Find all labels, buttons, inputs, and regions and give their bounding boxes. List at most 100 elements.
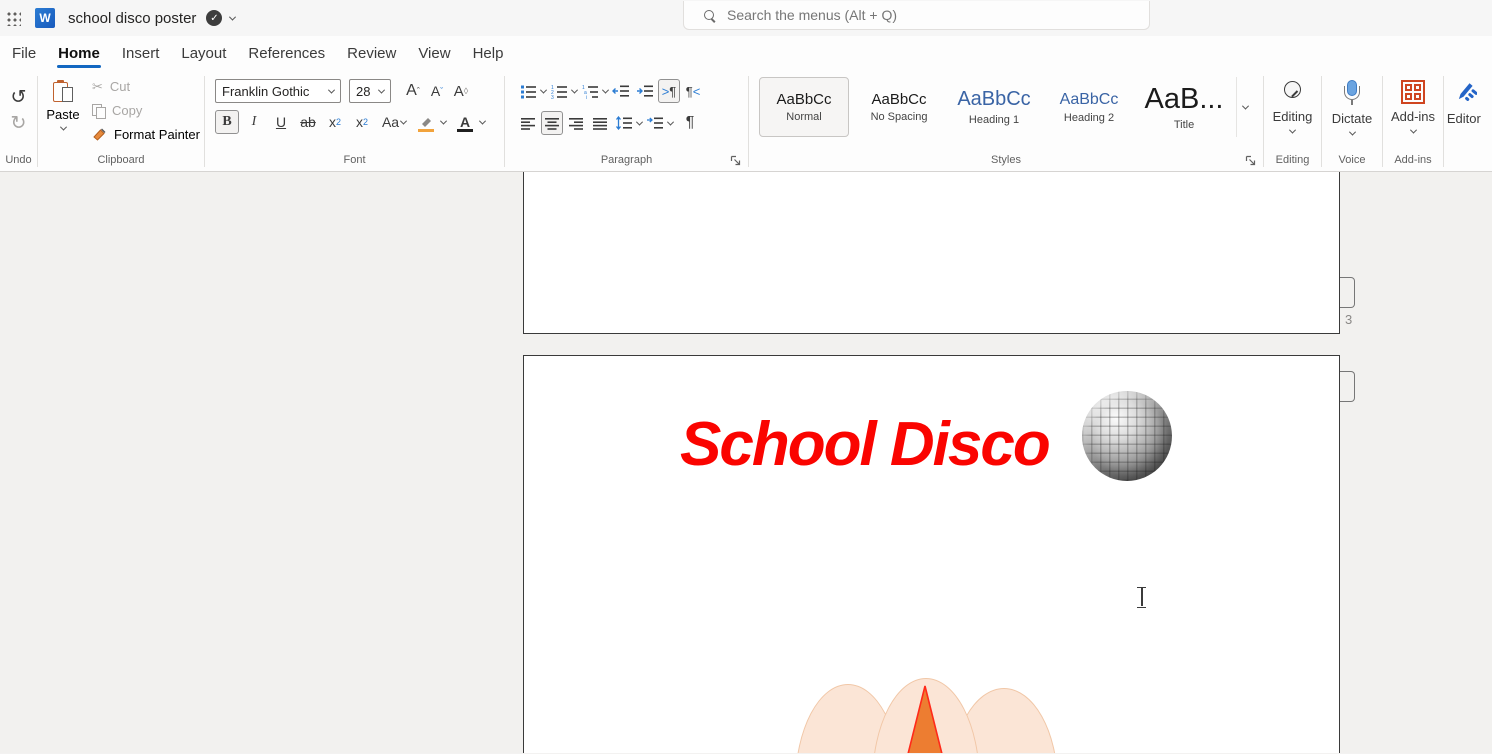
redo-button[interactable]: ↻ <box>11 114 27 134</box>
right-to-left-button[interactable]: ¶< <box>682 79 704 103</box>
style-heading-2[interactable]: AaBbCc Heading 2 <box>1044 77 1134 137</box>
addins-button[interactable]: Add-ins <box>1383 70 1443 151</box>
word-logo-icon[interactable]: W <box>35 8 55 28</box>
font-name-select[interactable]: Franklin Gothic <box>215 79 341 103</box>
paste-button[interactable]: Paste <box>38 70 88 151</box>
editing-button[interactable]: Editing <box>1264 70 1321 151</box>
superscript-button[interactable]: x 2 <box>350 110 374 134</box>
style-no-spacing[interactable]: AaBbCc No Spacing <box>854 77 944 137</box>
style-heading-1[interactable]: AaBbCc Heading 1 <box>949 77 1039 137</box>
left-to-right-button[interactable]: >¶ <box>658 79 680 103</box>
numbering-icon: 123 <box>551 84 568 99</box>
editor-pen-icon <box>1451 80 1477 106</box>
justify-button[interactable] <box>589 111 611 135</box>
document-page-1[interactable] <box>523 172 1340 334</box>
numbering-chevron-icon[interactable] <box>571 86 578 93</box>
paragraph-group-label: Paragraph <box>505 151 748 171</box>
bold-button[interactable]: B <box>215 110 239 134</box>
font-group-label: Font <box>205 151 504 171</box>
cut-icon: ✂ <box>92 79 103 95</box>
align-right-button[interactable] <box>565 111 587 135</box>
text-cursor <box>1136 586 1148 608</box>
tab-home[interactable]: Home <box>47 38 111 69</box>
document-heading[interactable]: School Disco <box>680 414 1049 476</box>
multilevel-chevron-icon[interactable] <box>602 86 609 93</box>
search-box[interactable] <box>683 1 1150 30</box>
line-spacing-button[interactable] <box>613 111 635 135</box>
multilevel-list-button[interactable]: 1ai <box>579 79 601 103</box>
title-chevron-down-icon[interactable] <box>229 13 236 20</box>
cut-button[interactable]: ✂ Cut <box>92 77 200 97</box>
addins-group-label: Add-ins <box>1383 151 1443 171</box>
editor-button[interactable]: Editor <box>1444 70 1484 126</box>
change-case-button[interactable]: Aa <box>377 110 411 134</box>
editor-group: Editor D <box>1444 70 1492 171</box>
strikethrough-button[interactable]: ab <box>296 110 320 134</box>
search-input[interactable] <box>727 7 1107 23</box>
paste-chevron-icon <box>59 124 66 131</box>
styles-dialog-launcher-icon[interactable] <box>1245 155 1256 166</box>
highlight-chevron-icon[interactable] <box>440 117 447 124</box>
app-launcher-icon[interactable] <box>6 11 21 26</box>
font-size-select[interactable]: 28 <box>349 79 391 103</box>
numbering-button[interactable]: 123 <box>548 79 570 103</box>
shrink-font-button[interactable]: A ˇ <box>425 79 449 103</box>
bullets-icon <box>520 84 537 99</box>
document-canvas: 3 School Disco <box>0 172 1492 753</box>
align-center-icon <box>544 117 560 130</box>
tab-review[interactable]: Review <box>336 38 407 69</box>
bullets-button[interactable] <box>517 79 539 103</box>
tab-layout[interactable]: Layout <box>170 38 237 69</box>
disco-ball-image[interactable] <box>1082 391 1172 481</box>
tab-file[interactable]: File <box>1 38 47 69</box>
line-spacing-chevron-icon[interactable] <box>636 118 643 125</box>
font-color-chevron-icon[interactable] <box>479 117 486 124</box>
increase-indent-icon <box>636 84 654 98</box>
editing-chevron-icon <box>1289 127 1296 134</box>
search-icon <box>704 10 715 21</box>
copy-icon <box>92 104 105 118</box>
page-1-side-tab[interactable] <box>1340 277 1355 308</box>
tab-references[interactable]: References <box>237 38 336 69</box>
tab-help[interactable]: Help <box>462 38 515 69</box>
save-status-icon[interactable]: ✓ <box>206 10 222 26</box>
align-center-button[interactable] <box>541 111 563 135</box>
clear-formatting-button[interactable]: A ◊ <box>449 79 473 103</box>
paragraph-spacing-button[interactable] <box>644 111 666 135</box>
underline-button[interactable]: U <box>269 110 293 134</box>
paragraph-dialog-launcher-icon[interactable] <box>730 155 741 166</box>
triangle-shape[interactable] <box>879 684 973 753</box>
increase-indent-button[interactable] <box>634 79 656 103</box>
show-formatting-button[interactable]: ¶ <box>679 111 701 135</box>
paragraph-spacing-chevron-icon[interactable] <box>667 118 674 125</box>
italic-button[interactable]: I <box>242 110 266 134</box>
undo-button[interactable]: ↺ <box>11 88 27 108</box>
dictate-button[interactable]: Dictate <box>1322 70 1382 151</box>
dictate-chevron-icon <box>1348 129 1355 136</box>
title-bar: W school disco poster ✓ <box>0 0 1492 36</box>
styles-chevron-icon <box>1242 102 1249 109</box>
editing-magnifier-icon <box>1281 80 1305 104</box>
undo-group-label: Undo <box>0 151 37 171</box>
svg-text:3: 3 <box>551 95 554 99</box>
styles-gallery-expand-button[interactable] <box>1236 77 1254 137</box>
ribbon: ↺ ↻ Undo Paste ✂ Cut Copy <box>0 70 1492 172</box>
grow-font-button[interactable]: A ˆ <box>401 79 425 103</box>
style-title[interactable]: AaB... Title <box>1139 77 1229 137</box>
style-normal[interactable]: AaBbCc Normal <box>759 77 849 137</box>
page-2-side-tab[interactable] <box>1340 371 1355 402</box>
tab-insert[interactable]: Insert <box>111 38 171 69</box>
document-title[interactable]: school disco poster <box>68 10 196 27</box>
align-left-button[interactable] <box>517 111 539 135</box>
tab-view[interactable]: View <box>407 38 461 69</box>
format-painter-icon <box>92 127 107 142</box>
font-color-button[interactable]: A <box>453 110 477 134</box>
voice-group-label: Voice <box>1322 151 1382 171</box>
copy-button[interactable]: Copy <box>92 101 200 121</box>
font-group: Franklin Gothic 28 A ˆ A ˇ A ◊ <box>205 70 504 171</box>
bullets-chevron-icon[interactable] <box>540 86 547 93</box>
format-painter-button[interactable]: Format Painter <box>92 125 200 145</box>
highlight-color-button[interactable] <box>414 110 438 134</box>
decrease-indent-button[interactable] <box>610 79 632 103</box>
subscript-button[interactable]: x 2 <box>323 110 347 134</box>
